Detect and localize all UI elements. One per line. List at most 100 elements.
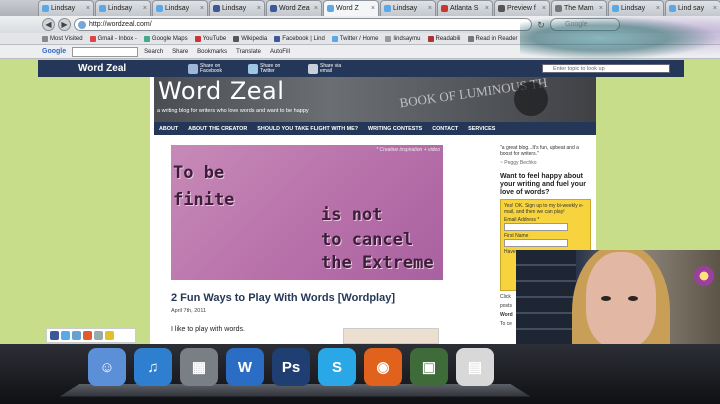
tab-close-icon[interactable]: ×: [599, 5, 603, 12]
browser-tab[interactable]: The Mam ×: [551, 0, 607, 16]
site-nav-item[interactable]: SERVICES: [463, 126, 500, 132]
bookmark-label: Most Visited: [50, 35, 83, 42]
tab-close-icon[interactable]: ×: [485, 5, 489, 12]
google-toolbar-button[interactable]: AutoFill: [270, 49, 290, 55]
tab-close-icon[interactable]: ×: [200, 5, 204, 12]
browser-tab[interactable]: Lindsay ×: [38, 0, 94, 16]
bookmark-item[interactable]: Most Visited: [42, 35, 83, 42]
bookmark-favicon-icon: [274, 35, 281, 42]
bookmark-item[interactable]: Read in Reader: [467, 35, 518, 42]
google-toolbar-button[interactable]: Share: [172, 49, 188, 55]
flower-decoration: [694, 266, 714, 286]
browser-tab[interactable]: Word Z ×: [323, 0, 379, 16]
share-link[interactable]: Share via email: [308, 63, 354, 74]
tab-label: Lind say: [678, 5, 705, 12]
bookmark-item[interactable]: Readabili: [427, 35, 461, 42]
tab-close-icon[interactable]: ×: [713, 5, 717, 12]
bookmark-item[interactable]: Gmail - Inbox -: [89, 35, 137, 42]
site-banner[interactable]: Word Zeal a writing blog for writers who…: [154, 77, 596, 122]
bookmark-favicon-icon: [143, 35, 150, 42]
word-icon[interactable]: W: [226, 348, 264, 386]
topic-search-input[interactable]: Enter topic to look up: [542, 64, 670, 73]
tab-close-icon[interactable]: ×: [143, 5, 147, 12]
tab-close-icon[interactable]: ×: [656, 5, 660, 12]
site-nav-item[interactable]: WRITING CONTESTS: [363, 126, 427, 132]
bookmark-item[interactable]: Facebook | Lind: [274, 35, 325, 42]
forward-button[interactable]: ▶: [58, 18, 71, 31]
share-link[interactable]: Share on Twitter: [248, 63, 294, 74]
firefox-icon[interactable]: ◉: [364, 348, 402, 386]
tab-close-icon[interactable]: ×: [371, 5, 375, 12]
tab-close-icon[interactable]: ×: [428, 5, 432, 12]
finder-icon[interactable]: ☺: [88, 348, 126, 386]
tab-label: Lindsay: [108, 5, 133, 12]
social-icon[interactable]: [83, 331, 92, 340]
google-toolbar-button[interactable]: Translate: [236, 49, 261, 55]
browser-tab[interactable]: Lindsay ×: [380, 0, 436, 16]
browser-tab[interactable]: Lindsay ×: [95, 0, 151, 16]
tab-close-icon[interactable]: ×: [86, 5, 90, 12]
social-icon[interactable]: [72, 331, 81, 340]
tab-favicon-icon: [156, 5, 163, 12]
url-bar[interactable]: http://wordzeal.com/: [74, 18, 532, 31]
hero-image[interactable]: * Creative inspiration + video To be fin…: [171, 145, 443, 280]
preview-icon[interactable]: ▤: [456, 348, 494, 386]
bookmark-item[interactable]: Google Maps: [143, 35, 188, 42]
tab-label: Lindsay: [51, 5, 76, 12]
reload-button[interactable]: ↻: [535, 19, 547, 31]
site-nav-item[interactable]: ABOUT THE CREATOR: [183, 126, 252, 132]
site-nav-item[interactable]: CONTACT: [427, 126, 463, 132]
social-icon[interactable]: [50, 331, 59, 340]
google-toolbar-input[interactable]: [72, 46, 139, 57]
bookmark-item[interactable]: Wikipedia: [233, 35, 267, 42]
itunes-icon[interactable]: ♫: [134, 348, 172, 386]
bookmark-item[interactable]: lindsaymu: [385, 35, 421, 42]
google-toolbar-button[interactable]: Bookmarks: [197, 49, 227, 55]
photoshop-icon[interactable]: Ps: [272, 348, 310, 386]
bookmark-label: Google Maps: [151, 35, 188, 42]
bookmark-label: YouTube: [202, 35, 227, 42]
bookmark-label: Read in Reader: [475, 35, 518, 42]
browser-tab[interactable]: Preview f ×: [494, 0, 550, 16]
tab-favicon-icon: [99, 5, 106, 12]
social-icon[interactable]: [61, 331, 70, 340]
testimonial-author: ~ Peggy Bechko: [500, 160, 537, 166]
browser-tab[interactable]: Lind say ×: [665, 0, 720, 16]
site-nav-item[interactable]: SHOULD YOU TAKE FLIGHT WITH ME?: [252, 126, 363, 132]
browser-tab[interactable]: Atlanta S ×: [437, 0, 493, 16]
email-field[interactable]: [504, 223, 568, 231]
skype-icon[interactable]: S: [318, 348, 356, 386]
search-input[interactable]: Google: [550, 18, 620, 31]
social-icon[interactable]: [105, 331, 114, 340]
tab-favicon-icon: [384, 5, 391, 12]
bookmark-item[interactable]: Twitter / Home: [331, 35, 378, 42]
tab-close-icon[interactable]: ×: [542, 5, 546, 12]
browser-tab[interactable]: Lindsay ×: [152, 0, 208, 16]
bookmark-favicon-icon: [427, 35, 434, 42]
post-title-link[interactable]: 2 Fun Ways to Play With Words [Wordplay]: [171, 292, 395, 304]
photo-booth-icon[interactable]: ▣: [410, 348, 448, 386]
share-link[interactable]: Share on Facebook: [188, 63, 234, 74]
navigation-bar: ◀ ▶ http://wordzeal.com/ ↻ Google: [0, 16, 720, 33]
social-icon[interactable]: [94, 331, 103, 340]
back-button[interactable]: ◀: [42, 18, 55, 31]
hero-line: to cancel: [321, 230, 414, 250]
tab-close-icon[interactable]: ×: [257, 5, 261, 12]
tab-favicon-icon: [441, 5, 448, 12]
banner-tagline: a writing blog for writers who love word…: [157, 108, 309, 114]
bookmark-favicon-icon: [89, 35, 96, 42]
first-name-field[interactable]: [504, 239, 568, 247]
tab-close-icon[interactable]: ×: [314, 5, 318, 12]
google-toolbar-button[interactable]: Search: [144, 49, 163, 55]
site-identity-icon[interactable]: [78, 21, 86, 29]
dashboard-icon[interactable]: ▦: [180, 348, 218, 386]
browser-tab[interactable]: Lindsay ×: [608, 0, 664, 16]
testimonial-quote: "a great blog...It's fun, upbeat and a b…: [500, 145, 579, 157]
tab-label: Lindsay: [222, 5, 247, 12]
share-icon: [188, 63, 198, 74]
browser-tab[interactable]: Word Zea ×: [266, 0, 322, 16]
bookmark-item[interactable]: YouTube: [194, 35, 227, 42]
site-nav-item[interactable]: ABOUT: [154, 126, 183, 132]
site-brand[interactable]: Word Zeal: [78, 63, 188, 74]
browser-tab[interactable]: Lindsay ×: [209, 0, 265, 16]
